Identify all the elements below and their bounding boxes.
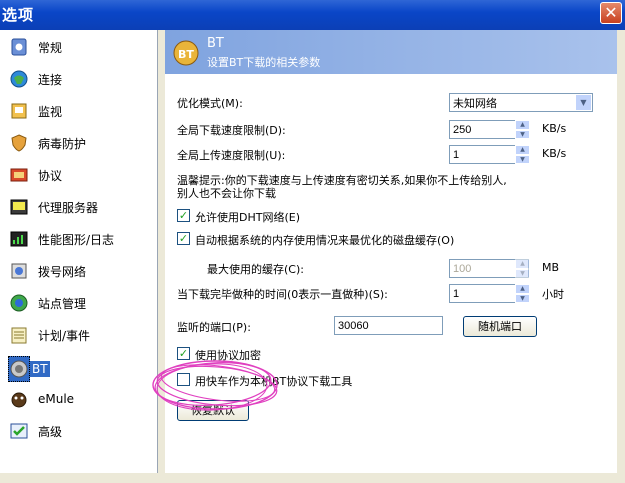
sidebar-item-label: 监视 [38,104,63,119]
encryption-label: 使用协议加密 [195,349,261,362]
monitor-icon [8,100,30,122]
sidebar-item-label: 站点管理 [38,296,87,311]
spin-down-icon[interactable]: ▼ [515,154,530,164]
spin-up-icon[interactable]: ▲ [515,145,530,155]
sidebar-item-label: 高级 [38,424,63,439]
spin-down-icon[interactable]: ▼ [515,129,530,139]
sidebar-item-protocol[interactable]: 协议 [4,161,154,189]
download-limit-unit: KB/s [542,122,567,135]
upload-limit-spinner[interactable]: ▲ ▼ [515,145,530,164]
optimize-mode-value: 未知网络 [453,97,497,110]
random-port-button[interactable]: 随机端口 [463,316,537,337]
sidebar-item-label: 性能图形/日志 [38,232,115,247]
spin-up-icon[interactable]: ▲ [515,284,530,294]
close-button[interactable]: ✕ [600,2,622,24]
download-limit-spinner[interactable]: ▲ ▼ [515,120,530,139]
sidebar-item-site-manager[interactable]: 站点管理 [4,289,154,317]
port-label: 监听的端口(P): [177,321,251,334]
window-title: 选项 [2,6,35,24]
spin-down-icon[interactable]: ▼ [515,293,530,303]
sidebar-item-dialup[interactable]: 拨号网络 [4,257,154,285]
download-limit-label: 全局下载速度限制(D): [177,124,286,137]
sidebar-item-emule[interactable]: eMule [4,385,154,413]
bt-header-icon-text: BT [178,48,194,61]
default-tool-label: 用快车作为本机BT协议下载工具 [195,375,353,388]
sidebar-item-schedule[interactable]: 计划/事件 [4,321,154,349]
dht-label: 允许使用DHT网络(E) [195,211,300,224]
sidebar-item-connection[interactable]: 连接 [4,65,154,93]
sidebar-item-label: 连接 [38,72,63,87]
sidebar-item-label: eMule [38,392,75,406]
sidebar-item-label: 常规 [38,40,63,55]
sidebar-item-proxy-server[interactable]: 代理服务器 [4,193,154,221]
seed-time-spinner[interactable]: ▲ ▼ [515,284,530,303]
settings-panel: BT BT 设置BT下载的相关参数 优化模式(M): 未知网络 ▼ 全局下载速度… [165,30,617,473]
optimize-mode-select[interactable]: 未知网络 [449,93,593,112]
tip-text-line2: 别人也不会让你下载 [177,187,276,200]
close-icon: ✕ [604,3,618,22]
panel-header: BT BT 设置BT下载的相关参数 [165,30,617,74]
spin-up-icon[interactable]: ▲ [515,120,530,130]
schedule-icon [8,324,30,346]
sidebar-item-label: 拨号网络 [38,264,87,279]
advanced-icon [8,420,30,442]
title-bar: 选项 ✕ [0,0,625,30]
auto-cache-label: 自动根据系统的内存使用情况来最优化的磁盘缓存(O) [195,234,455,247]
sidebar-item-label: 协议 [38,168,63,183]
site-manager-icon [8,292,30,314]
restore-default-button[interactable]: 恢复默认 [177,400,249,421]
sidebar: 常规 连接 监视 病毒防护 协议 代理服务器 性能图形/日志 拨号网络 站点管理… [0,30,158,473]
dht-checkbox[interactable]: ✓ [177,209,190,222]
sidebar-item-label: 代理服务器 [38,200,99,215]
bt-header-icon: BT [173,40,199,66]
port-input[interactable] [334,316,443,335]
seed-time-label: 当下载完毕做种的时间(0表示一直做种)(S): [177,288,388,301]
sidebar-item-bt[interactable]: BT [4,353,154,385]
encryption-checkbox[interactable]: ✓ [177,347,190,360]
chevron-down-icon[interactable]: ▼ [575,94,592,111]
general-icon [8,36,30,58]
panel-subtitle: 设置BT下载的相关参数 [207,56,321,69]
sidebar-item-general[interactable]: 常规 [4,33,154,61]
spin-up-icon: ▲ [515,259,530,269]
sidebar-item-virus-protection[interactable]: 病毒防护 [4,129,154,157]
sidebar-item-performance[interactable]: 性能图形/日志 [4,225,154,253]
sidebar-item-monitor[interactable]: 监视 [4,97,154,125]
dialup-icon [8,260,30,282]
max-cache-label: 最大使用的缓存(C): [207,263,304,276]
panel-title: BT [207,36,224,51]
connection-icon [8,68,30,90]
spin-down-icon: ▼ [515,268,530,278]
max-cache-spinner: ▲ ▼ [515,259,530,278]
sidebar-item-advanced[interactable]: 高级 [4,417,154,445]
max-cache-unit: MB [542,261,560,274]
sidebar-item-label: BT [30,361,50,377]
default-tool-checkbox[interactable] [177,373,190,386]
sidebar-item-label: 病毒防护 [38,136,87,151]
virus-protection-icon [8,132,30,154]
proxy-server-icon [8,196,30,218]
performance-graph-icon [8,228,30,250]
bt-icon [8,356,30,382]
optimize-mode-label: 优化模式(M): [177,97,243,110]
upload-limit-unit: KB/s [542,147,567,160]
seed-time-unit: 小时 [542,288,564,301]
upload-limit-label: 全局上传速度限制(U): [177,149,286,162]
auto-cache-checkbox[interactable]: ✓ [177,232,190,245]
sidebar-item-label: 计划/事件 [38,328,91,343]
protocol-icon [8,164,30,186]
emule-icon [8,388,30,410]
